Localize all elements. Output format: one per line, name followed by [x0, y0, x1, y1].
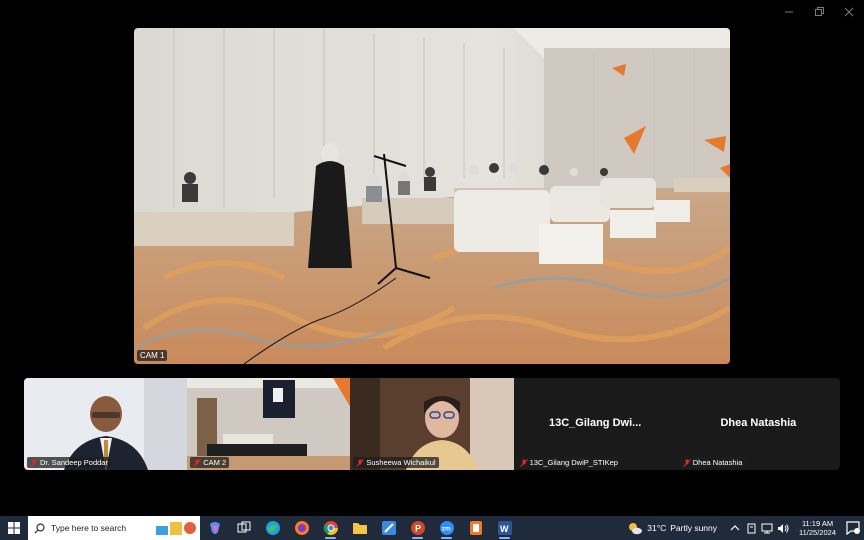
search-icon: [34, 522, 45, 534]
participant-gallery: Dr. Sandeep Poddar CAM 2 Susheewa Wichai…: [24, 378, 840, 470]
window-controls: [774, 0, 864, 24]
mic-muted-icon: [356, 458, 365, 467]
device-icon: [747, 523, 756, 533]
task-view-button[interactable]: [229, 516, 258, 540]
app-orange-button[interactable]: [461, 516, 490, 540]
show-hidden-icons-button[interactable]: [729, 522, 741, 534]
participant-display-name: Dhea Natashia: [720, 417, 797, 429]
svg-text:P: P: [415, 524, 421, 534]
file-explorer-button[interactable]: [345, 516, 374, 540]
paint-icon: [381, 521, 396, 535]
minimize-icon: [785, 11, 793, 13]
svg-text:zm: zm: [441, 526, 450, 533]
network-button[interactable]: [761, 522, 773, 534]
copilot-button[interactable]: [200, 516, 229, 540]
mic-muted-icon: [519, 458, 528, 467]
participant-tile[interactable]: Dr. Sandeep Poddar: [24, 378, 188, 470]
word-button[interactable]: W: [490, 516, 519, 540]
clock-time: 11:19 AM: [801, 519, 834, 528]
participant-name-tag: Dhea Natashia: [679, 457, 746, 468]
mic-muted-icon: [30, 458, 38, 467]
zoom-icon: zm: [439, 521, 454, 535]
participant-name-tag: CAM 2: [190, 457, 230, 468]
chrome-button[interactable]: [316, 516, 345, 540]
main-video[interactable]: CAM 1: [134, 28, 730, 364]
svg-text:W: W: [500, 524, 509, 534]
system-tray: 31°C Partly sunny 11:19 AM 11/25/2024: [627, 516, 864, 540]
participant-name-tag: Dr. Sandeep Poddar: [27, 457, 111, 468]
edge-icon: [265, 521, 280, 535]
file-explorer-icon: [352, 523, 367, 534]
firefox-button[interactable]: [287, 516, 316, 540]
minimize-button[interactable]: [774, 0, 804, 24]
participant-tile[interactable]: Dhea Natashia Dhea Natashia: [676, 378, 840, 470]
restore-icon: [815, 7, 824, 16]
notification-icon: [846, 521, 860, 536]
participant-tile[interactable]: Susheewa Wichaikul: [350, 378, 514, 470]
participant-name-tag: Susheewa Wichaikul: [353, 457, 439, 468]
mic-muted-icon: [193, 458, 202, 467]
taskbar-search[interactable]: Type here to search: [28, 516, 200, 540]
firefox-icon: [294, 521, 309, 535]
close-icon: [844, 7, 854, 17]
participant-tile[interactable]: 13C_Gilang Dwi... 13C_Gilang DwiP_STIKep: [513, 378, 677, 470]
powerpoint-icon: P: [410, 521, 425, 535]
conference-room-video: [134, 28, 730, 364]
partly-sunny-icon: [629, 523, 643, 535]
taskbar: Type here to search P zm W 31°C Partly s…: [0, 516, 864, 540]
paint-button[interactable]: [374, 516, 403, 540]
mic-muted-icon: [682, 458, 691, 467]
participant-tile[interactable]: CAM 2: [187, 378, 351, 470]
main-video-label: CAM 1: [137, 350, 168, 361]
search-placeholder: Type here to search: [51, 523, 127, 533]
notifications-button[interactable]: [846, 521, 860, 536]
weather-temp: 31°C: [647, 523, 667, 533]
volume-button[interactable]: [777, 522, 789, 534]
participant-display-name: 13C_Gilang Dwi...: [549, 417, 642, 429]
chevron-up-icon: [730, 525, 740, 531]
task-view-icon: [237, 521, 250, 533]
powerpoint-button[interactable]: P: [403, 516, 432, 540]
participant-name-tag: 13C_Gilang DwiP_STIKep: [516, 457, 621, 468]
weather-widget[interactable]: 31°C Partly sunny: [627, 521, 717, 535]
volume-icon: [778, 523, 789, 533]
restore-button[interactable]: [804, 0, 834, 24]
close-button[interactable]: [834, 0, 864, 24]
clock-date: 11/25/2024: [799, 528, 836, 537]
zoom-button[interactable]: zm: [432, 516, 461, 540]
usb-tray-button[interactable]: [745, 522, 757, 534]
start-button[interactable]: [0, 516, 28, 540]
search-highlight-icon: [156, 522, 196, 535]
edge-button[interactable]: [258, 516, 287, 540]
app-orange-icon: [469, 521, 482, 535]
word-icon: W: [497, 521, 512, 535]
windows-icon: [8, 522, 20, 534]
clock[interactable]: 11:19 AM 11/25/2024: [799, 519, 836, 537]
copilot-icon: [209, 522, 220, 534]
chrome-icon: [323, 521, 338, 535]
weather-desc: Partly sunny: [670, 523, 718, 533]
network-icon: [761, 523, 773, 533]
